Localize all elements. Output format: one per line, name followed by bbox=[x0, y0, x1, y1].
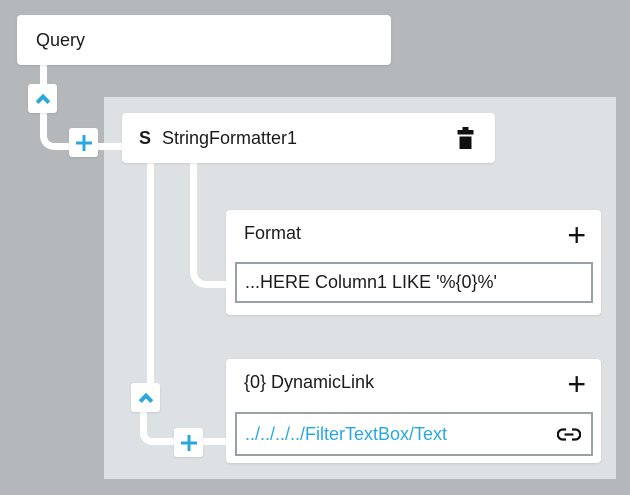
formatter-name: StringFormatter1 bbox=[162, 127, 298, 148]
dynamiclink-value-field[interactable]: ../../../../FilterTextBox/Text bbox=[235, 412, 593, 456]
format-value: ...HERE Column1 LIKE '%{0}%' bbox=[245, 272, 497, 292]
format-value-field[interactable]: ...HERE Column1 LIKE '%{0}%' bbox=[235, 262, 593, 303]
format-property-card: Format + ...HERE Column1 LIKE '%{0}%' bbox=[226, 210, 601, 315]
plus-icon bbox=[179, 433, 199, 453]
collapse-button-bottom[interactable] bbox=[131, 383, 160, 412]
add-node-button-bottom[interactable] bbox=[174, 428, 203, 457]
delete-button[interactable] bbox=[452, 125, 478, 151]
query-node[interactable]: Query bbox=[17, 15, 391, 65]
formatter-type-badge: S bbox=[139, 127, 152, 148]
dynamiclink-label: {0} DynamicLink bbox=[244, 372, 375, 392]
link-icon[interactable] bbox=[557, 427, 581, 441]
dynamiclink-card: {0} DynamicLink + ../../../../FilterText… bbox=[226, 359, 601, 463]
format-add-button[interactable]: + bbox=[567, 219, 586, 251]
connector-formatter-branch bbox=[147, 160, 154, 386]
stringformatter-node[interactable]: S StringFormatter1 bbox=[122, 113, 495, 163]
query-node-label: Query bbox=[36, 29, 86, 50]
chevron-up-icon bbox=[138, 392, 154, 403]
chevron-up-icon bbox=[35, 93, 51, 104]
format-label: Format bbox=[244, 223, 302, 243]
dynamiclink-add-button[interactable]: + bbox=[567, 368, 586, 400]
add-node-button-top[interactable] bbox=[69, 128, 98, 157]
collapse-button-top[interactable] bbox=[28, 84, 57, 113]
trash-icon bbox=[455, 126, 476, 150]
plus-icon bbox=[74, 133, 94, 153]
dynamiclink-value: ../../../../FilterTextBox/Text bbox=[245, 423, 448, 444]
connector-query-stem bbox=[40, 62, 47, 86]
